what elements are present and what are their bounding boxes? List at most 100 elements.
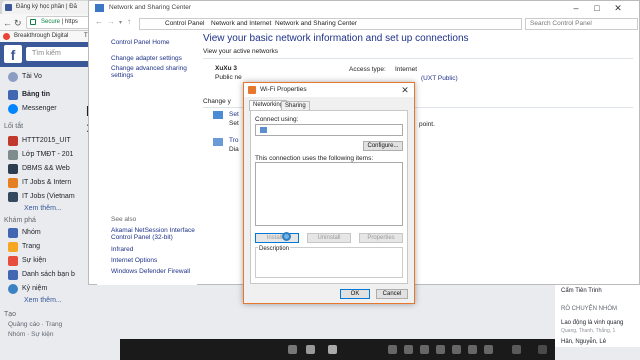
troubleshoot-link[interactable]: Tro [229,137,239,144]
app-icon[interactable] [452,345,461,354]
lock-icon [30,19,36,25]
contact-name[interactable]: Cẩm Tiên Trinh [561,288,602,294]
sidebar-profile[interactable]: Tài Vo [8,71,42,83]
description-group: Description [255,246,403,278]
troubleshoot-desc: Dia [229,146,239,153]
see-also-heading: See also [111,216,137,223]
app-icon[interactable] [404,345,413,354]
install-button[interactable]: Install... [255,233,299,243]
facebook-topbar: f Tìm kiếm [0,42,100,67]
browser-address-row: ← ↻ Secure | https [0,14,100,31]
uninstall-button[interactable]: Uninstall [307,233,351,243]
create-links-2[interactable]: Nhóm · Sự kiện [8,331,54,338]
messenger-icon [8,104,18,114]
control-panel-search-input[interactable]: Search Control Panel [525,18,638,30]
forward-arrow-icon[interactable]: → [107,17,115,26]
browser-tab[interactable]: Đăng ký học phần | Đă [2,1,98,14]
app-icon[interactable] [512,345,521,354]
close-icon[interactable]: ✕ [609,1,627,15]
explore-item-groups[interactable]: Nhóm [8,227,41,239]
description-label: Description [258,246,291,252]
calendar-icon [8,256,18,266]
shortcut-item[interactable]: IT Jobs (Vietnam [8,191,75,203]
shortcut-item[interactable]: IT Jobs & Intern [8,177,71,189]
cancel-button[interactable]: Cancel [376,289,408,299]
network-adapter-icon [260,127,267,133]
group-icon [8,164,18,174]
app-icon[interactable] [306,345,315,354]
windows-defender-firewall-link[interactable]: Windows Defender Firewall [111,268,190,275]
group-icon [8,192,18,202]
akamai-link[interactable]: Akamai NetSession Interface Control Pane… [111,227,201,241]
setup-connection-icon [213,111,223,119]
secure-label: Secure [41,19,61,25]
shortcut-item[interactable]: HTTT2015_UIT [8,135,71,147]
access-type-label: Access type: [349,66,386,73]
sidebar-item-newsfeed[interactable]: Bảng tin [8,89,50,101]
facebook-logo-icon[interactable]: f [4,45,22,63]
breadcrumb-network-internet[interactable]: Network and Internet [211,18,271,30]
app-icon[interactable] [328,345,337,354]
explorer-address-bar: ← → ▾ ↑ Control Panel Network and Intern… [89,15,639,31]
cursor-highlight-icon [282,232,291,241]
sidebar-item-messenger[interactable]: Messenger [8,103,57,115]
connections-link[interactable]: (UXT Public) [421,75,458,82]
address-text: https [64,19,78,25]
clock-icon [8,284,18,294]
components-list[interactable] [255,162,403,226]
see-more-link[interactable]: Xem thêm... [24,297,62,304]
shortcut-item[interactable]: Lớp TMĐT - 201 [8,149,73,161]
point-text: point. [419,121,435,128]
app-icon[interactable] [468,345,477,354]
ok-button[interactable]: OK [340,289,370,299]
network-type: Public ne [215,74,242,81]
setup-connection-link[interactable]: Set [229,111,239,118]
explore-item-friend-lists[interactable]: Danh sách bạn b [8,269,75,281]
group-chat-name[interactable]: Lao động là vinh quang [561,320,623,326]
bookmark-icon [3,33,10,40]
app-icon[interactable] [484,345,493,354]
window-title: Network and Sharing Center [109,4,192,11]
chevron-down-icon[interactable]: ▾ [119,19,122,26]
friends-icon [8,270,18,280]
app-icon[interactable] [388,345,397,354]
back-arrow-icon[interactable]: ← [3,18,12,28]
control-panel-home-link[interactable]: Control Panel Home [111,39,170,46]
nsc-left-pane: Control Panel Home Change adapter settin… [97,33,197,285]
internet-options-link[interactable]: Internet Options [111,257,157,264]
bookmark-breakthrough[interactable]: Breakthrough Digital [14,33,68,39]
create-links[interactable]: Quảng cáo · Trang [8,321,62,328]
change-adapter-settings-link[interactable]: Change adapter settings [111,55,182,62]
see-more-link[interactable]: Xem thêm... [24,205,62,212]
taskbar [120,339,555,360]
explore-item-memories[interactable]: Kỷ niệm [8,283,47,295]
network-name: XuXu 3 [215,65,238,72]
reload-icon[interactable]: ↻ [14,18,22,29]
shortcut-item[interactable]: DBMS && Web [8,163,70,175]
explore-item-events[interactable]: Sự kiện [8,255,46,267]
facebook-favicon-icon [5,4,12,11]
app-icon[interactable] [436,345,445,354]
explore-heading: Khám phá [4,217,36,224]
breadcrumb-network-sharing[interactable]: Network and Sharing Center [275,18,357,30]
app-icon[interactable] [538,345,547,354]
change-advanced-sharing-link[interactable]: Change advanced sharing settings [111,65,187,79]
group-icon [8,150,18,160]
dialog-title: Wi-Fi Properties [260,86,307,93]
back-arrow-icon[interactable]: ← [95,17,103,26]
breadcrumb-control-panel[interactable]: Control Panel [165,18,204,30]
infrared-link[interactable]: Infrared [111,246,133,253]
app-icon[interactable] [420,345,429,354]
settings-icon[interactable] [288,345,297,354]
facebook-sidebar: Tài Vo Bảng tin Messenger b :) Lối tắt H… [0,67,100,360]
up-arrow-icon[interactable]: ↑ [127,17,131,26]
close-icon[interactable]: ✕ [398,83,412,97]
items-label: This connection uses the following items… [255,155,374,162]
properties-button[interactable]: Properties [359,233,403,243]
minimize-icon[interactable]: – [567,1,585,15]
configure-button[interactable]: Configure... [363,141,403,151]
maximize-icon[interactable]: □ [588,1,606,15]
explore-item-pages[interactable]: Trang [8,241,40,253]
group-chat-2[interactable]: Hân, Nguyễn, Lê [561,339,606,345]
bookmarks-bar: Breakthrough Digital Thu [0,31,100,42]
